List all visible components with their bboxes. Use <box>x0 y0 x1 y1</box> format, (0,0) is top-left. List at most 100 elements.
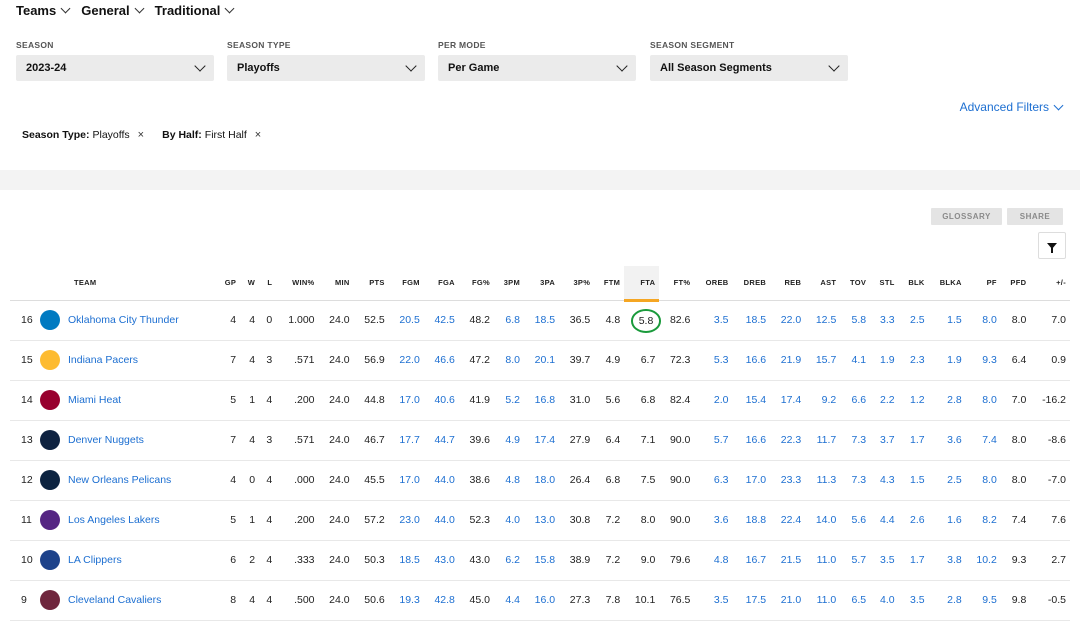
stat-link[interactable]: 3.5 <box>714 594 729 606</box>
stat-link[interactable]: 5.7 <box>714 434 729 446</box>
column-header-stl[interactable]: STL <box>870 266 899 301</box>
stat-link[interactable]: 4.4 <box>880 514 895 526</box>
stat-link[interactable]: 2.8 <box>947 594 962 606</box>
stat-link[interactable]: 9.5 <box>982 594 997 606</box>
glossary-button[interactable]: GLOSSARY <box>931 208 1002 225</box>
stat-link[interactable]: 40.6 <box>434 394 454 406</box>
stat-link[interactable]: 11.3 <box>817 474 837 486</box>
stat-link[interactable]: 3.5 <box>880 554 895 566</box>
stat-link[interactable]: 46.6 <box>434 354 454 366</box>
stat-link[interactable]: 2.2 <box>880 394 895 406</box>
stat-link[interactable]: 11.0 <box>817 554 837 566</box>
stat-link[interactable]: 2.8 <box>947 394 962 406</box>
stat-link[interactable]: 15.7 <box>816 354 836 366</box>
stat-link[interactable]: 2.3 <box>910 354 925 366</box>
stat-link[interactable]: 11.0 <box>817 594 837 606</box>
stat-link[interactable]: 1.5 <box>947 314 962 326</box>
stat-link[interactable]: 1.9 <box>947 354 962 366</box>
stat-link[interactable]: 9.3 <box>982 354 997 366</box>
column-header-fga[interactable]: FGA <box>423 266 459 301</box>
stat-link[interactable]: 23.0 <box>399 514 419 526</box>
column-header-3pm[interactable]: 3PM <box>493 266 525 301</box>
stat-link[interactable]: 12.5 <box>816 314 836 326</box>
stat-link[interactable]: 8.2 <box>982 514 997 526</box>
stat-link[interactable]: 17.0 <box>399 394 419 406</box>
table-filter-button[interactable] <box>1038 232 1066 259</box>
stat-link[interactable]: 3.6 <box>714 514 729 526</box>
stat-link[interactable]: 18.0 <box>535 474 555 486</box>
stat-link[interactable]: 17.7 <box>399 434 419 446</box>
stat-link[interactable]: 16.6 <box>746 434 766 446</box>
stat-link[interactable]: 4.0 <box>505 514 520 526</box>
stat-link[interactable]: 6.2 <box>505 554 520 566</box>
team-link[interactable]: LA Clippers <box>68 554 122 566</box>
column-header-w[interactable]: W <box>240 266 260 301</box>
stat-link[interactable]: 6.8 <box>505 314 520 326</box>
per-mode-select[interactable]: Per Game <box>438 55 636 81</box>
column-header-ast[interactable]: AST <box>805 266 841 301</box>
column-header-3p-[interactable]: 3P% <box>559 266 595 301</box>
stat-link[interactable]: 3.5 <box>714 314 729 326</box>
stat-link[interactable]: 17.0 <box>746 474 766 486</box>
season-type-select[interactable]: Playoffs <box>227 55 425 81</box>
stat-link[interactable]: 20.5 <box>399 314 419 326</box>
stat-link[interactable]: 23.3 <box>781 474 801 486</box>
column-header-blka[interactable]: BLKA <box>928 266 966 301</box>
stat-link[interactable]: 15.8 <box>535 554 555 566</box>
stat-link[interactable]: 17.4 <box>535 434 555 446</box>
column-header-win-[interactable]: WIN% <box>276 266 319 301</box>
stat-link[interactable]: 22.0 <box>781 314 801 326</box>
stat-link[interactable]: 5.6 <box>852 514 867 526</box>
stat-link[interactable]: 3.6 <box>947 434 962 446</box>
column-header-dreb[interactable]: DREB <box>732 266 771 301</box>
stat-link[interactable]: 1.5 <box>910 474 925 486</box>
stat-link[interactable]: 6.6 <box>852 394 867 406</box>
stat-link[interactable]: 1.7 <box>910 434 925 446</box>
stat-link[interactable]: 21.5 <box>781 554 801 566</box>
column-header-blk[interactable]: BLK <box>898 266 929 301</box>
stat-link[interactable]: 44.7 <box>434 434 454 446</box>
stat-link[interactable]: 3.3 <box>880 314 895 326</box>
column-header-l[interactable]: L <box>259 266 277 301</box>
close-icon[interactable]: × <box>255 129 261 141</box>
stat-link[interactable]: 22.0 <box>399 354 419 366</box>
stat-link[interactable]: 18.5 <box>399 554 419 566</box>
team-link[interactable]: Denver Nuggets <box>68 434 144 446</box>
stat-link[interactable]: 14.0 <box>816 514 836 526</box>
stat-link[interactable]: 7.3 <box>852 474 867 486</box>
stat-link[interactable]: 42.8 <box>434 594 454 606</box>
stat-link[interactable]: 2.5 <box>910 314 925 326</box>
nav-teams-dropdown[interactable]: Teams <box>16 3 71 18</box>
stat-link[interactable]: 19.3 <box>399 594 419 606</box>
stat-link[interactable]: 17.5 <box>746 594 766 606</box>
team-link[interactable]: Cleveland Cavaliers <box>68 594 161 606</box>
stat-link[interactable]: 5.7 <box>852 554 867 566</box>
column-header-fta[interactable]: FTA <box>624 266 660 302</box>
stat-link[interactable]: 18.5 <box>746 314 766 326</box>
season-segment-select[interactable]: All Season Segments <box>650 55 848 81</box>
stat-link[interactable]: 16.7 <box>746 554 766 566</box>
column-header-pfd[interactable]: PFD <box>1000 266 1031 301</box>
stat-link[interactable]: 43.0 <box>434 554 454 566</box>
stat-link[interactable]: 13.0 <box>535 514 555 526</box>
column-header-ft-[interactable]: FT% <box>659 266 695 301</box>
stat-link[interactable]: 9.2 <box>822 394 837 406</box>
stat-link[interactable]: 22.3 <box>781 434 801 446</box>
stat-link[interactable]: 20.1 <box>535 354 555 366</box>
stat-link[interactable]: 4.8 <box>714 554 729 566</box>
stat-link[interactable]: 16.0 <box>535 594 555 606</box>
stat-link[interactable]: 4.8 <box>505 474 520 486</box>
stat-link[interactable]: 21.9 <box>781 354 801 366</box>
team-link[interactable]: Miami Heat <box>68 394 121 406</box>
team-link[interactable]: Oklahoma City Thunder <box>68 314 179 326</box>
team-link[interactable]: New Orleans Pelicans <box>68 474 171 486</box>
column-header-pts[interactable]: PTS <box>353 266 389 301</box>
stat-link[interactable]: 4.4 <box>505 594 520 606</box>
stat-link[interactable]: 18.5 <box>535 314 555 326</box>
column-header-tov[interactable]: TOV <box>840 266 871 301</box>
season-select[interactable]: 2023-24 <box>16 55 214 81</box>
column-header-fg-[interactable]: FG% <box>458 266 494 301</box>
advanced-filters-toggle[interactable]: Advanced Filters <box>960 100 1064 114</box>
nav-traditional-dropdown[interactable]: Traditional <box>155 3 235 18</box>
stat-link[interactable]: 17.4 <box>781 394 801 406</box>
